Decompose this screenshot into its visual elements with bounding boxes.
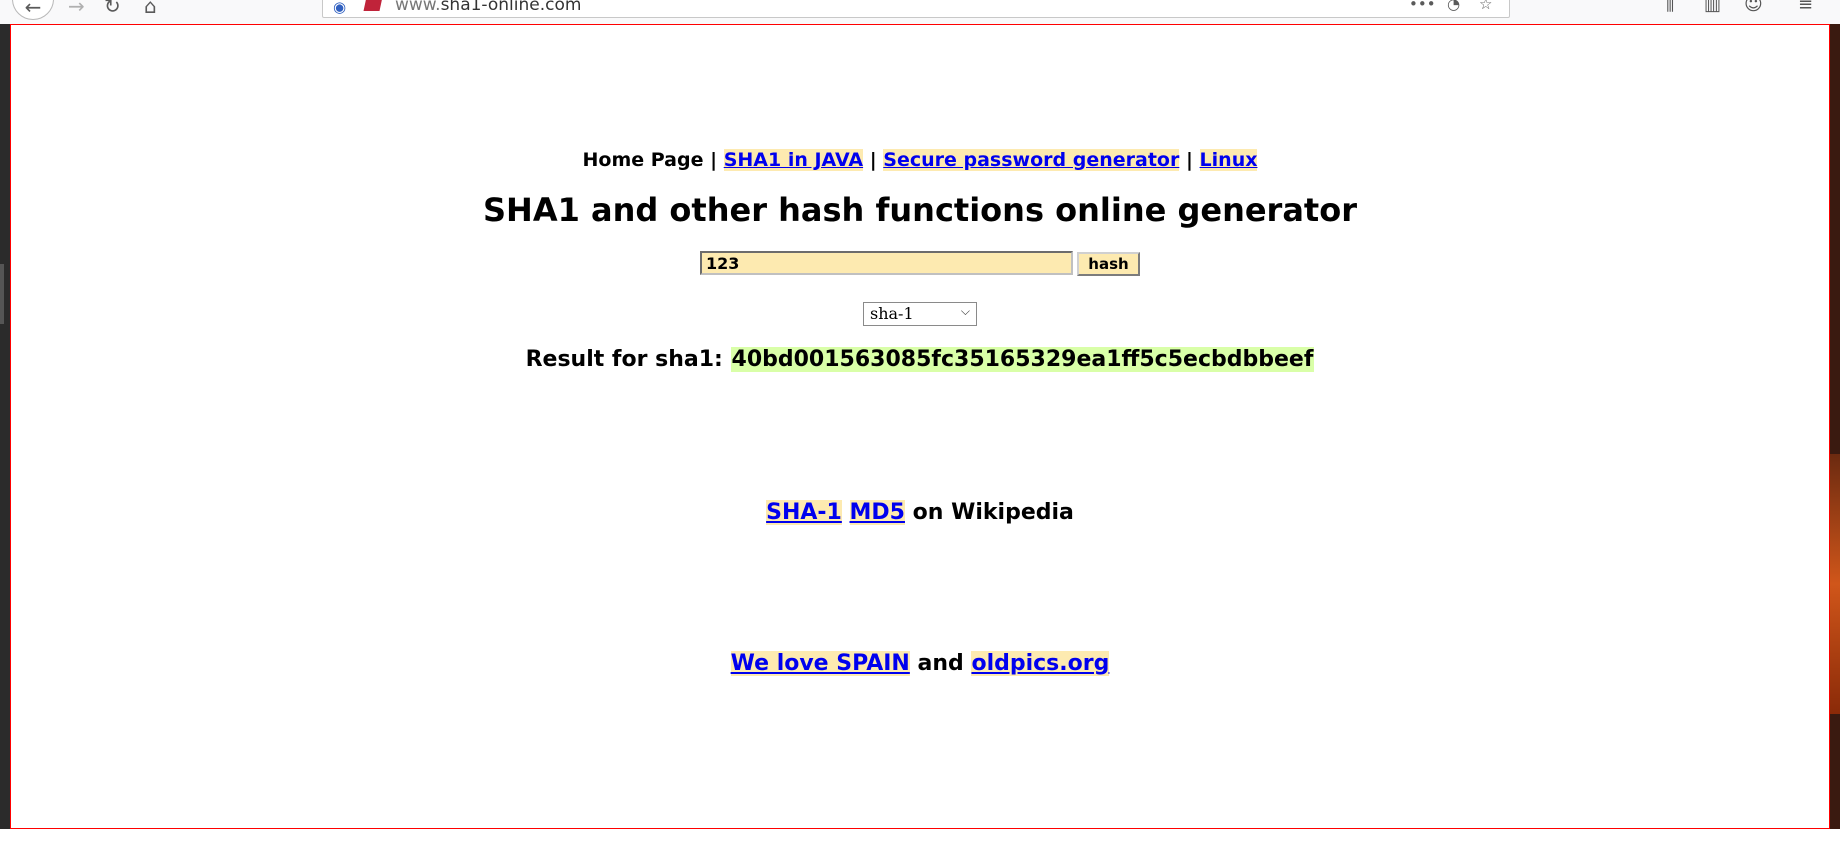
library-icon[interactable]: ⫼ [1666,0,1674,15]
we-love-spain-link[interactable]: We love SPAIN [730,651,910,676]
sidebar-icon[interactable]: ▥ [1704,0,1721,15]
wikipedia-suffix: on Wikipedia [912,500,1074,525]
bottom-strip [0,829,1840,853]
sha1-java-link[interactable]: SHA1 in JAVA [723,149,864,171]
page-title: SHA1 and other hash functions online gen… [483,191,1357,229]
chevron-down-icon: ⌵ [960,304,970,318]
sha1-wikipedia-link[interactable]: SHA-1 [766,500,842,525]
hash-button[interactable]: hash [1077,252,1140,276]
account-icon[interactable]: ☺ [1744,0,1763,15]
result-hash: 40bd001563085fc35165329ea1ff5c5ecbdbbeef [730,347,1315,372]
url-bar[interactable]: ◉ www.sha1-online.com ••• ◔ ☆ [322,0,1510,18]
pocket-icon[interactable]: ◔ [1447,0,1460,13]
page-content: Home Page | SHA1 in JAVA | Secure passwo… [10,24,1830,829]
home-page-label: Home Page [582,149,704,171]
wikipedia-links: SHA-1 MD5 on Wikipedia [11,500,1829,525]
footer-links: We love SPAIN and oldpics.org [11,651,1829,676]
algorithm-select[interactable]: sha-1 ⌵ [863,302,977,326]
nav-separator: | [710,149,718,171]
top-navigation: Home Page | SHA1 in JAVA | Secure passwo… [11,149,1829,171]
site-identity-icon[interactable] [363,0,383,11]
left-window-edge [0,24,10,829]
shield-icon[interactable]: ◉ [333,0,346,16]
footer-and: and [917,651,964,676]
forward-button-icon[interactable]: → [68,0,85,18]
result-label: Result for sha1: [525,347,723,372]
nav-separator: | [869,149,877,171]
bookmark-star-icon[interactable]: ☆ [1479,0,1492,13]
hash-input[interactable] [700,251,1073,275]
browser-toolbar: ← → ↻ ⌂ ◉ www.sha1-online.com ••• ◔ ☆ ⫼ … [0,0,1840,24]
oldpics-link[interactable]: oldpics.org [971,651,1110,676]
page-actions-icon[interactable]: ••• [1409,0,1436,13]
menu-icon[interactable]: ≡ [1798,0,1813,15]
nav-separator: | [1185,149,1193,171]
linux-link[interactable]: Linux [1199,149,1258,171]
back-button-icon[interactable]: ← [12,0,54,20]
result-line: Result for sha1: 40bd001563085fc35165329… [11,347,1829,372]
right-window-edge [1830,24,1840,829]
home-icon[interactable]: ⌂ [144,0,157,18]
password-generator-link[interactable]: Secure password generator [883,149,1180,171]
reload-icon[interactable]: ↻ [104,0,121,18]
url-text[interactable]: www.sha1-online.com [395,0,581,15]
algorithm-select-value: sha-1 [870,304,914,323]
md5-wikipedia-link[interactable]: MD5 [849,500,905,525]
